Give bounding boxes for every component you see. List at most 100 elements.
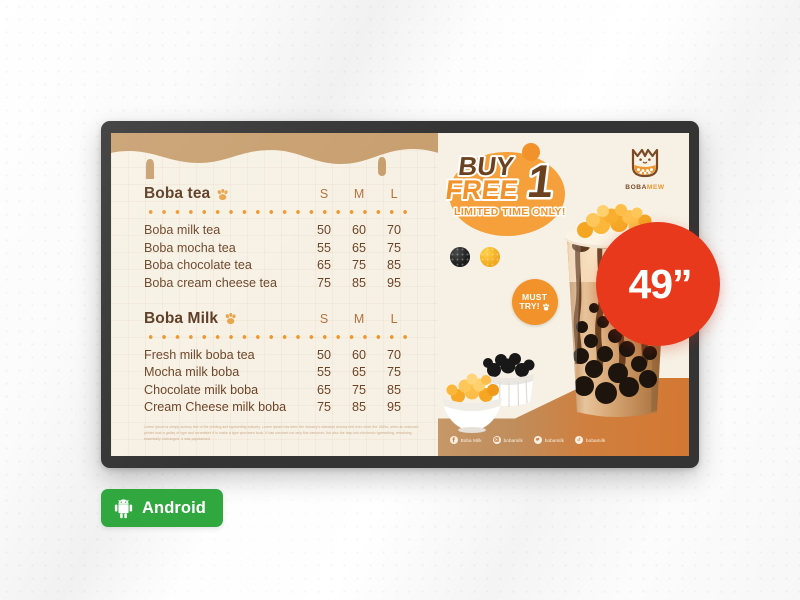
menu-item-row: Cream Cheese milk boba 75 85 95 [144,400,412,414]
social-label: bobamilk [544,437,565,443]
menu-item-prices: 65 75 85 [307,258,412,272]
logo-name-accent: MEW [646,184,665,191]
size-headers: S M L [307,312,412,326]
menu-item-name: Boba chocolate tea [144,258,252,272]
social-link-tiktok[interactable]: bobamilk [575,436,605,444]
menu-item-name: Fresh milk boba tea [144,347,255,362]
menu-item-row: Chocolate milk boba 65 75 85 [144,383,412,397]
social-link-instagram[interactable]: bobamilk [492,436,523,444]
paw-print-icon [217,188,228,200]
price-s: 55 [317,240,332,255]
price-m: 65 [352,365,367,379]
price-m: 60 [352,223,367,237]
android-robot-icon [114,498,133,518]
menu-section-boba-milk: Boba Milk S M L Fresh milk boba tea 50 6… [144,310,412,414]
price-s: 75 [317,275,332,290]
menu-item-row: Boba mocha tea 55 65 75 [144,241,412,255]
boba-bowls-illustration [441,353,535,433]
paw-print-icon [542,303,549,311]
social-label: bobamilk [586,437,606,443]
size-header-s: S [319,187,329,201]
cat-boba-cup-icon [631,148,659,178]
black-boba-pearl-icon [449,247,470,267]
menu-section-boba-tea: Boba tea S M L Boba milk tea 50 60 70 Bo… [144,185,412,290]
section-divider [144,210,412,214]
section-title: Boba Milk [144,309,219,327]
instagram-icon [492,436,501,444]
price-s: 50 [317,223,332,237]
size-header-m: M [353,187,365,201]
screen-size-label: 49” [628,260,692,307]
menu-item-name: Boba milk tea [144,223,221,237]
price-m: 85 [352,400,367,414]
social-link-twitter[interactable]: bobamilk [533,436,565,444]
price-s: 55 [317,365,332,379]
must-try-line2: TRY! [519,301,540,311]
section-divider [144,334,412,339]
price-l: 95 [387,275,402,290]
menu-item-row: Mocha milk boba 55 65 75 [144,365,412,379]
price-m: 75 [352,382,367,397]
twitter-icon [533,436,542,444]
must-try-line2-row: TRY! [519,301,550,311]
menu-item-name: Boba mocha tea [144,240,236,255]
menu-item-name: Boba cream cheese tea [144,275,278,290]
must-try-badge: MUST TRY! [511,279,558,325]
price-s: 50 [317,347,332,362]
menu-item-name: Cream Cheese milk boba [144,400,287,414]
menu-item-row: Boba milk tea 50 60 70 [144,223,412,237]
android-platform-badge[interactable]: Android [101,489,223,527]
paw-print-icon [225,312,236,325]
section-header: Boba tea S M L [144,185,412,203]
size-header-m: M [353,311,365,326]
menu-item-row: Boba chocolate tea 65 75 85 [144,258,412,272]
tiktok-icon [575,436,584,444]
price-s: 65 [317,258,332,272]
price-m: 75 [352,258,367,272]
price-m: 60 [352,347,367,362]
menu-item-name: Chocolate milk boba [144,382,259,397]
menu-item-prices: 75 85 95 [307,276,412,290]
price-m: 65 [352,240,367,255]
menu-item-prices: 55 65 75 [307,241,412,255]
price-l: 75 [387,365,402,379]
menu-item-prices: 50 60 70 [307,348,412,362]
menu-item-prices: 75 85 95 [307,400,412,414]
yellow-boba-pearl-icon [479,247,500,267]
menu-item-row: Boba cream cheese tea 75 85 95 [144,276,412,290]
price-s: 65 [317,382,332,397]
logo-wordmark: BOBAMEW [617,184,673,191]
social-link-facebook[interactable]: Boba Milk [449,436,482,444]
menu-footer-text: Lorem Ipsum is simply dummy text of the … [144,424,419,441]
offer-subtitle: LIMITED TIME ONLY! [454,206,566,218]
bobamew-logo: BOBAMEW [617,145,673,191]
price-l: 95 [387,400,402,414]
price-l: 70 [387,223,402,237]
price-s: 75 [317,400,332,414]
price-l: 85 [387,258,402,272]
size-header-s: S [319,311,329,326]
size-headers: S M L [307,187,412,201]
size-header-l: L [390,311,398,326]
screen-size-badge: 49” [596,222,720,346]
logo-name-primary: BOBA [625,184,647,191]
size-header-l: L [390,187,398,201]
section-header: Boba Milk S M L [144,310,412,328]
menu-item-name: Mocha milk boba [144,365,240,379]
menu-item-prices: 50 60 70 [307,223,412,237]
menu-item-prices: 55 65 75 [307,365,412,379]
menu-item-prices: 65 75 85 [307,383,412,397]
price-l: 75 [387,240,402,255]
android-label: Android [142,498,206,517]
price-l: 70 [387,347,402,362]
section-title: Boba tea [144,185,211,202]
offer-line2: FREE [446,174,520,205]
social-label: bobamilk [503,437,523,443]
price-m: 85 [352,275,367,290]
menu-item-row: Fresh milk boba tea 50 60 70 [144,348,412,362]
price-l: 85 [387,382,402,397]
menu-list-panel: Boba tea S M L Boba milk tea 50 60 70 Bo… [111,133,438,456]
social-links-row: Boba Milk bobamilk bobamilk bobamilk [449,436,606,444]
social-label: Boba Milk [460,437,482,443]
facebook-icon [449,436,458,444]
